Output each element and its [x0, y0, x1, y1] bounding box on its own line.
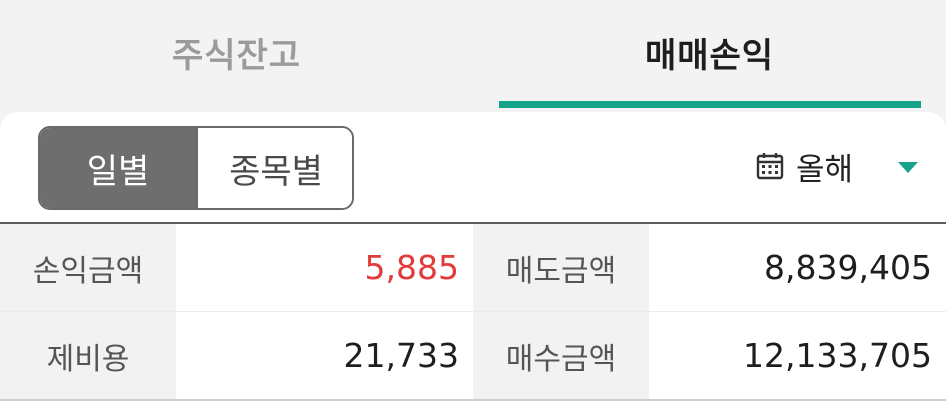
sell-amount-label: 매도금액: [473, 224, 649, 311]
buy-amount-value: 12,133,705: [649, 312, 946, 399]
view-segmented-control: 일별 종목별: [38, 126, 354, 210]
profit-amount-value: 5,885: [176, 224, 473, 311]
profit-amount-label: 손익금액: [0, 224, 176, 311]
active-tab-indicator: [499, 101, 921, 108]
tab-stock-balance[interactable]: 주식잔고: [0, 0, 473, 104]
caret-down-icon[interactable]: [898, 162, 918, 173]
sell-amount-value: 8,839,405: [649, 224, 946, 311]
period-selector[interactable]: 올해: [756, 136, 853, 196]
calendar-icon: [756, 153, 784, 180]
table-bottom-border: [0, 399, 946, 401]
fees-label: 제비용: [0, 312, 176, 399]
tab-trade-profit[interactable]: 매매손익: [473, 0, 946, 104]
fees-value: 21,733: [176, 312, 473, 399]
tab-bar: 주식잔고 매매손익: [0, 0, 946, 112]
segment-daily-button[interactable]: 일별: [40, 128, 196, 208]
buy-amount-label: 매수금액: [473, 312, 649, 399]
period-label: 올해: [796, 151, 854, 188]
segment-by-stock-button[interactable]: 종목별: [196, 128, 352, 208]
